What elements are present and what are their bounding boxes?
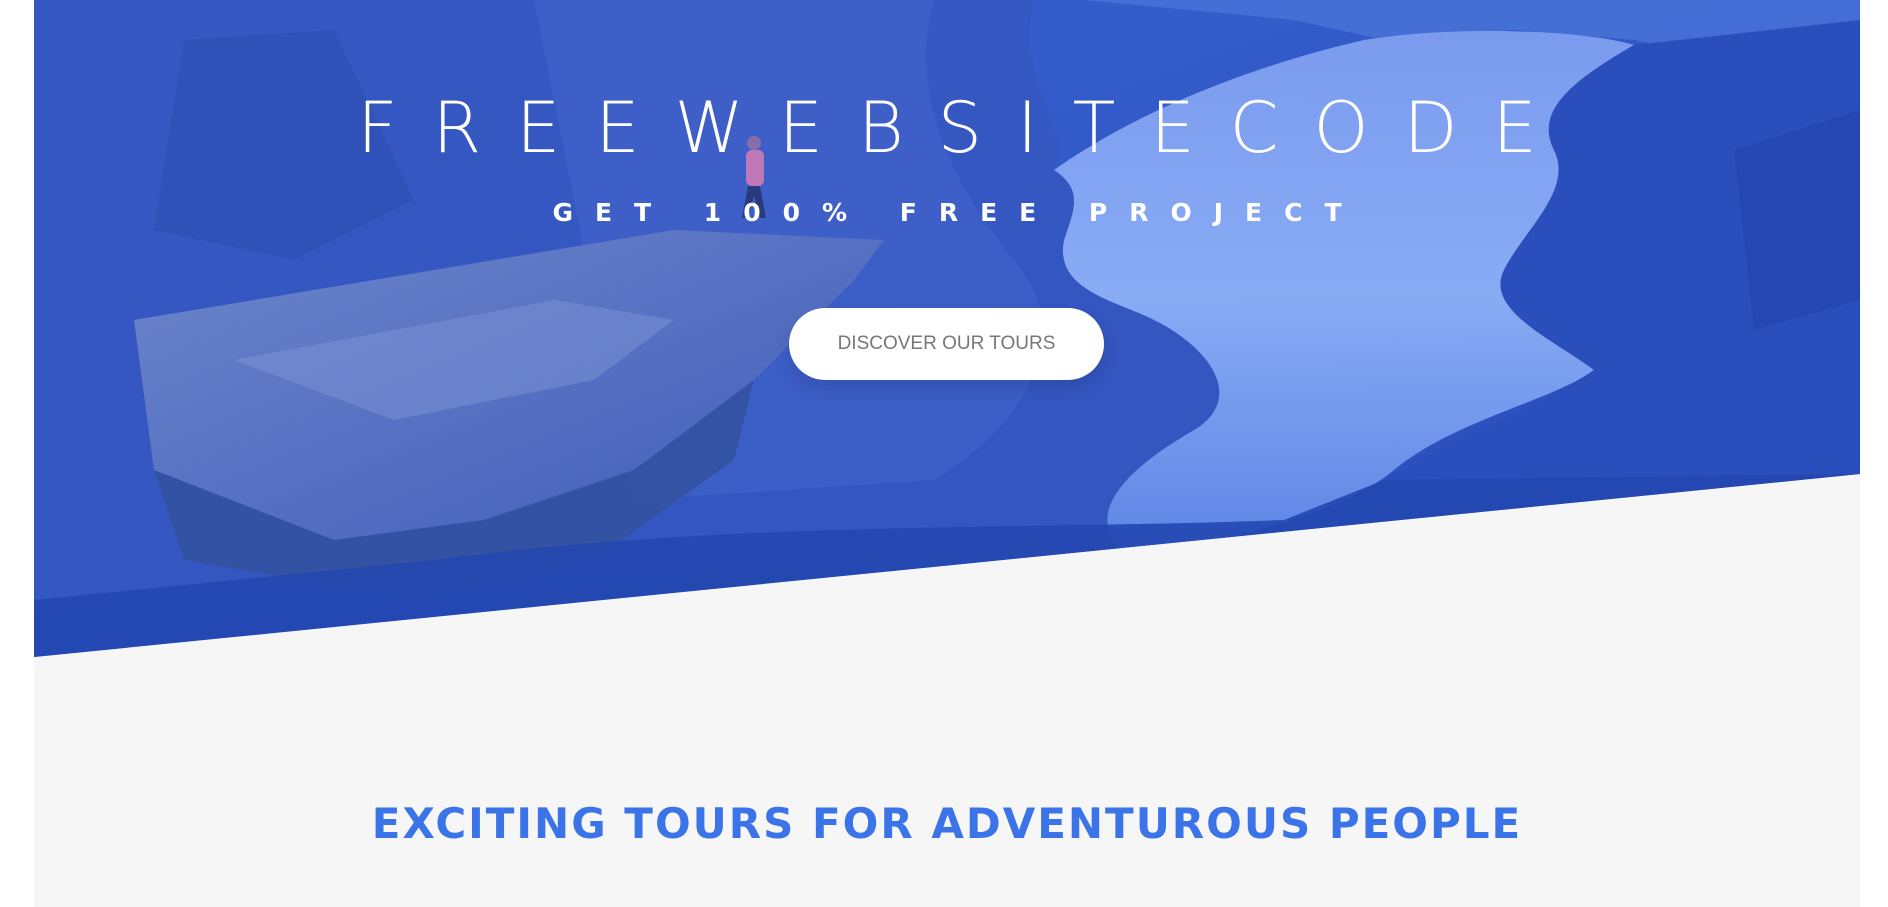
hero-content: FREEWEBSITECODE GET 100% FREE PROJECT DI… <box>34 0 1860 657</box>
brand-subtitle: GET 100% FREE PROJECT <box>552 198 1364 227</box>
page: FREEWEBSITECODE GET 100% FREE PROJECT DI… <box>34 0 1860 907</box>
brand-title: FREEWEBSITECODE <box>357 87 1572 169</box>
discover-tours-button[interactable]: DISCOVER OUR TOURS <box>789 308 1104 380</box>
hero-header: FREEWEBSITECODE GET 100% FREE PROJECT DI… <box>34 0 1860 657</box>
tours-heading: EXCITING TOURS FOR ADVENTUROUS PEOPLE <box>371 799 1523 848</box>
